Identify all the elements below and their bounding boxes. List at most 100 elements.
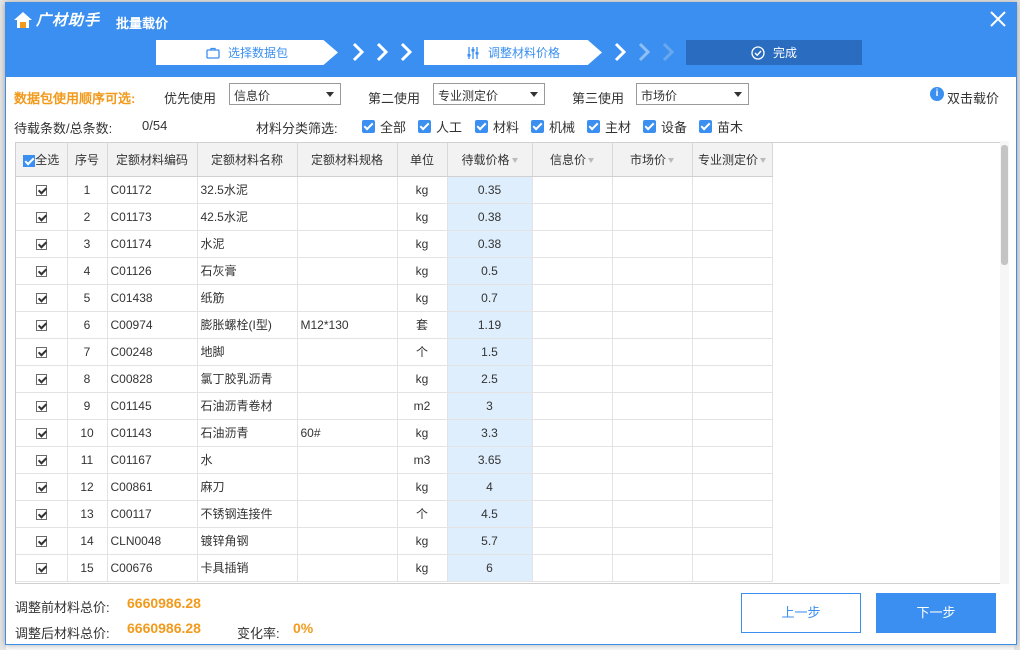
row-select-cell[interactable] <box>16 230 68 258</box>
row-select-cell[interactable] <box>16 203 68 231</box>
row-price[interactable]: 3.3 <box>447 419 533 447</box>
table-row[interactable]: 15 C00676 卡具插销 kg 6 <box>16 554 773 582</box>
row-checkbox[interactable] <box>35 427 47 439</box>
column-header-name[interactable]: 定额材料名称 <box>197 143 298 177</box>
row-price[interactable]: 0.7 <box>447 284 533 312</box>
table-row[interactable]: 7 C00248 地脚 个 1.5 <box>16 338 773 366</box>
row-select-cell[interactable] <box>16 257 68 285</box>
table-row[interactable]: 11 C01167 水 m3 3.65 <box>16 446 773 474</box>
row-checkbox[interactable] <box>35 238 47 250</box>
row-price[interactable]: 0.35 <box>447 176 533 204</box>
column-header-measured-price[interactable]: 专业测定价 <box>692 143 773 177</box>
row-name: 水 <box>197 446 298 474</box>
row-select-cell[interactable] <box>16 365 68 393</box>
table-row[interactable]: 5 C01438 纸筋 kg 0.7 <box>16 284 773 312</box>
row-code: C01145 <box>107 392 198 420</box>
row-checkbox[interactable] <box>35 400 47 412</box>
third-use-select[interactable]: 市场价 <box>636 83 749 105</box>
column-header-price[interactable]: 待载价格 <box>447 143 533 177</box>
filter-seedling-checkbox[interactable]: 苗木 <box>699 117 743 136</box>
row-spec <box>297 473 398 501</box>
row-select-cell[interactable] <box>16 419 68 447</box>
row-price[interactable]: 0.38 <box>447 230 533 258</box>
row-price[interactable]: 1.5 <box>447 338 533 366</box>
row-select-cell[interactable] <box>16 446 68 474</box>
previous-step-button[interactable]: 上一步 <box>741 593 861 633</box>
row-spec <box>297 230 398 258</box>
filter-material-checkbox[interactable]: 材料 <box>475 117 519 136</box>
filter-equipment-checkbox[interactable]: 设备 <box>643 117 687 136</box>
table-row[interactable]: 10 C01143 石油沥青 60# kg 3.3 <box>16 419 773 447</box>
app-logo: 广材助手 <box>12 9 100 30</box>
step-select-package[interactable]: 选择数据包 <box>156 40 338 65</box>
close-icon[interactable] <box>988 9 1008 29</box>
select-all-header[interactable]: 全选 <box>16 143 68 177</box>
table-row[interactable]: 12 C00861 麻刀 kg 4 <box>16 473 773 501</box>
row-checkbox[interactable] <box>35 373 47 385</box>
column-header-info-price[interactable]: 信息价 <box>532 143 613 177</box>
info-icon[interactable]: i <box>930 87 944 101</box>
row-price[interactable]: 2.5 <box>447 365 533 393</box>
filter-main-material-checkbox[interactable]: 主材 <box>587 117 631 136</box>
table-row[interactable]: 14 CLN0048 镀锌角钢 kg 5.7 <box>16 527 773 555</box>
table-row[interactable]: 2 C01173 42.5水泥 kg 0.38 <box>16 203 773 231</box>
second-use-select[interactable]: 专业测定价 <box>433 83 545 105</box>
row-price[interactable]: 3 <box>447 392 533 420</box>
row-checkbox[interactable] <box>35 508 47 520</box>
row-checkbox[interactable] <box>35 292 47 304</box>
row-select-cell[interactable] <box>16 338 68 366</box>
row-select-cell[interactable] <box>16 311 68 339</box>
row-unit: kg <box>397 176 448 204</box>
filter-all-checkbox[interactable]: 全部 <box>362 117 406 136</box>
table-row[interactable]: 3 C01174 水泥 kg 0.38 <box>16 230 773 258</box>
table-row[interactable]: 8 C00828 氯丁胶乳沥青 kg 2.5 <box>16 365 773 393</box>
row-checkbox[interactable] <box>35 319 47 331</box>
row-checkbox[interactable] <box>35 265 47 277</box>
column-header-market-price[interactable]: 市场价 <box>612 143 693 177</box>
row-checkbox[interactable] <box>35 481 47 493</box>
filter-labor-checkbox[interactable]: 人工 <box>418 117 462 136</box>
vertical-scrollbar[interactable] <box>1000 141 1009 584</box>
first-use-select[interactable]: 信息价 <box>229 83 341 105</box>
row-select-cell[interactable] <box>16 527 68 555</box>
row-select-cell[interactable] <box>16 176 68 204</box>
row-name: 纸筋 <box>197 284 298 312</box>
table-row[interactable]: 4 C01126 石灰膏 kg 0.5 <box>16 257 773 285</box>
row-select-cell[interactable] <box>16 392 68 420</box>
row-checkbox[interactable] <box>35 184 47 196</box>
next-step-button[interactable]: 下一步 <box>876 593 996 633</box>
step-adjust-prices[interactable]: 调整材料价格 <box>424 40 602 65</box>
table-row[interactable]: 6 C00974 膨胀螺栓(I型) M12*130 套 1.19 <box>16 311 773 339</box>
row-price[interactable]: 4.5 <box>447 500 533 528</box>
table-row[interactable]: 9 C01145 石油沥青卷材 m2 3 <box>16 392 773 420</box>
row-select-cell[interactable] <box>16 554 68 582</box>
row-price[interactable]: 3.65 <box>447 446 533 474</box>
row-price[interactable]: 5.7 <box>447 527 533 555</box>
row-price[interactable]: 4 <box>447 473 533 501</box>
row-checkbox[interactable] <box>35 211 47 223</box>
scrollbar-thumb[interactable] <box>1001 145 1008 265</box>
column-header-spec[interactable]: 定额材料规格 <box>297 143 398 177</box>
step-finish[interactable]: 完成 <box>686 40 862 65</box>
column-header-unit[interactable]: 单位 <box>397 143 448 177</box>
row-select-cell[interactable] <box>16 284 68 312</box>
chevron-right-icon <box>662 42 674 62</box>
row-checkbox[interactable] <box>35 346 47 358</box>
row-checkbox[interactable] <box>35 535 47 547</box>
row-price[interactable]: 6 <box>447 554 533 582</box>
row-price[interactable]: 0.5 <box>447 257 533 285</box>
filter-machinery-checkbox[interactable]: 机械 <box>531 117 575 136</box>
row-unit: kg <box>397 284 448 312</box>
row-code: C01172 <box>107 176 198 204</box>
row-unit: kg <box>397 473 448 501</box>
row-price[interactable]: 0.38 <box>447 203 533 231</box>
table-row[interactable]: 1 C01172 32.5水泥 kg 0.35 <box>16 176 773 204</box>
double-click-hint[interactable]: 双击载价 <box>947 88 999 107</box>
row-checkbox[interactable] <box>35 454 47 466</box>
table-row[interactable]: 13 C00117 不锈钢连接件 个 4.5 <box>16 500 773 528</box>
row-select-cell[interactable] <box>16 473 68 501</box>
row-select-cell[interactable] <box>16 500 68 528</box>
row-checkbox[interactable] <box>35 562 47 574</box>
column-header-code[interactable]: 定额材料编码 <box>107 143 198 177</box>
row-price[interactable]: 1.19 <box>447 311 533 339</box>
